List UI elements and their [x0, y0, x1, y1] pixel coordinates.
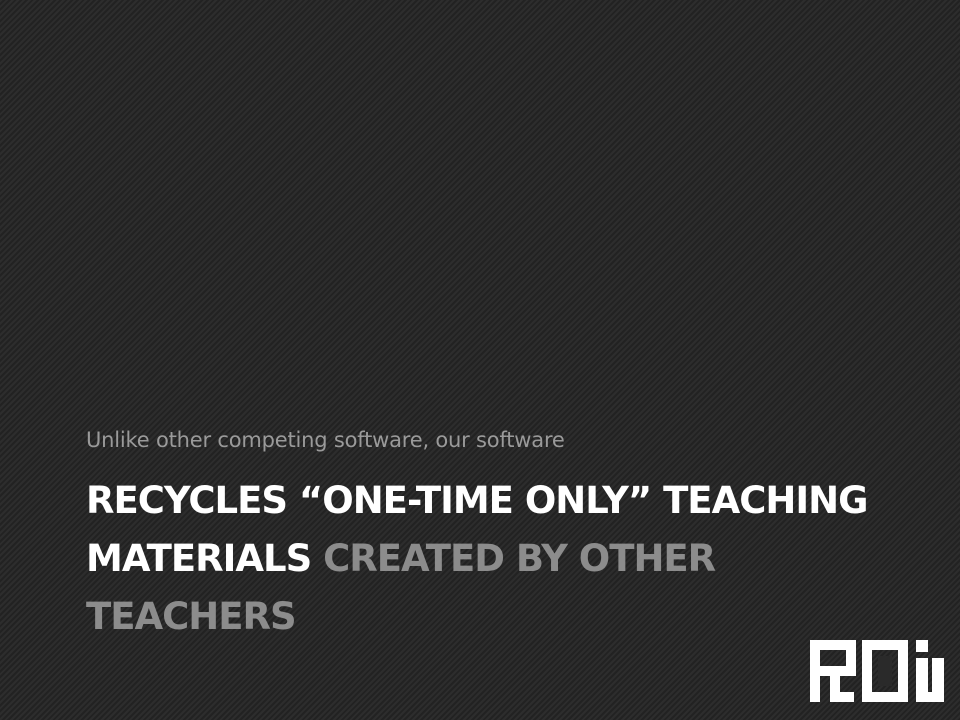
- headline-line-1: RECYCLES “ONE-TIME ONLY” TEACHING: [86, 479, 868, 522]
- headline-materials: MATERIALS: [86, 537, 312, 580]
- slide-subtitle: Unlike other competing software, our sof…: [86, 428, 565, 452]
- poi-logo-icon: [810, 640, 944, 702]
- slide-headline: RECYCLES “ONE-TIME ONLY” TEACHING MATERI…: [86, 472, 886, 646]
- headline-created-by: CREATED BY OTHER: [323, 537, 716, 580]
- headline-teachers: TEACHERS: [86, 595, 297, 638]
- presentation-slide: Unlike other competing software, our sof…: [0, 0, 960, 720]
